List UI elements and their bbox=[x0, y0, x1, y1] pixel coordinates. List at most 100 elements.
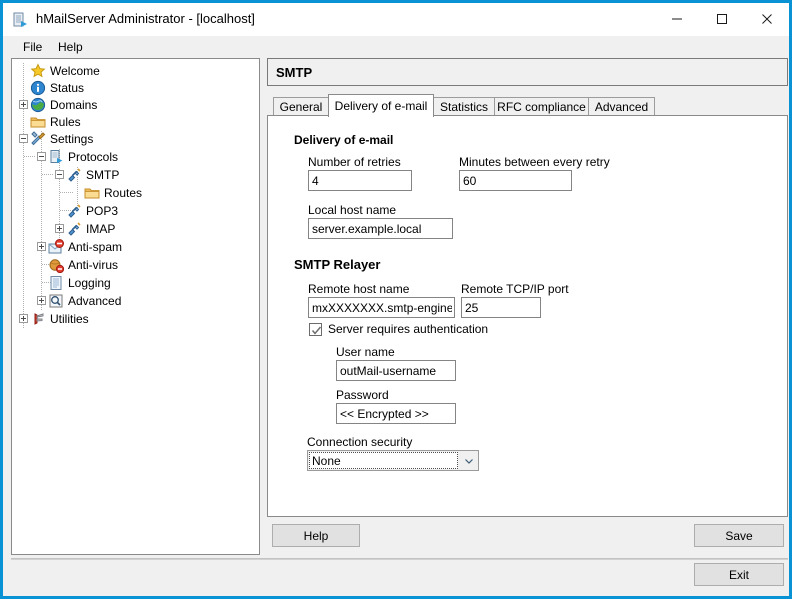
remote-tcpip-port-input[interactable] bbox=[461, 297, 541, 318]
label-remote-host-name: Remote host name bbox=[308, 282, 410, 296]
sidebar-item-routes[interactable]: Routes bbox=[84, 184, 142, 201]
checkbox-label: Server requires authentication bbox=[328, 322, 489, 336]
tab-label: Statistics bbox=[440, 100, 489, 114]
expander-settings[interactable] bbox=[19, 134, 28, 143]
sidebar-item-domains[interactable]: Domains bbox=[30, 96, 97, 113]
checkmark-icon bbox=[311, 326, 322, 335]
save-button[interactable]: Save bbox=[694, 524, 784, 547]
sidebar-item-label: Logging bbox=[68, 275, 111, 290]
plug-icon bbox=[66, 221, 82, 237]
connection-security-value: None bbox=[312, 454, 341, 468]
folder-icon bbox=[84, 185, 100, 201]
tree-guide bbox=[60, 192, 74, 193]
sidebar-item-advanced[interactable]: Advanced bbox=[48, 292, 121, 309]
sidebar-item-pop3[interactable]: POP3 bbox=[66, 202, 118, 219]
sidebar-item-label: IMAP bbox=[86, 221, 116, 236]
tab-rfc-compliance[interactable]: RFC compliance bbox=[494, 97, 589, 116]
label-connection-security: Connection security bbox=[307, 435, 413, 449]
sidebar-item-anti-virus[interactable]: Anti-virus bbox=[48, 256, 118, 273]
footer-divider bbox=[11, 558, 788, 560]
tab-label: Delivery of e-mail bbox=[334, 99, 428, 113]
maximize-icon bbox=[716, 13, 727, 24]
expander-domains[interactable] bbox=[19, 100, 28, 109]
menu-item-help[interactable]: Help bbox=[52, 39, 89, 55]
log-document-icon bbox=[48, 275, 64, 291]
sidebar-item-utilities[interactable]: Utilities bbox=[30, 310, 89, 327]
tab-panel-delivery-of-email: Delivery of e-mail Number of retries Min… bbox=[267, 115, 788, 517]
connection-security-select[interactable]: None bbox=[307, 450, 479, 471]
close-icon bbox=[761, 13, 772, 24]
navigation-tree[interactable]: Welcome Status Domains Rules Settings Pr… bbox=[11, 58, 260, 555]
server-requires-authentication-checkbox[interactable]: Server requires authentication bbox=[309, 322, 488, 336]
help-button[interactable]: Help bbox=[272, 524, 360, 547]
tab-advanced[interactable]: Advanced bbox=[588, 97, 655, 116]
sidebar-item-label: Rules bbox=[50, 114, 81, 129]
password-input[interactable] bbox=[336, 403, 456, 424]
sidebar-item-label: Anti-virus bbox=[68, 257, 119, 272]
label-remote-tcpip-port: Remote TCP/IP port bbox=[461, 282, 569, 296]
sidebar-item-status[interactable]: Status bbox=[30, 79, 84, 96]
info-icon bbox=[30, 80, 46, 96]
sidebar-item-imap[interactable]: IMAP bbox=[66, 220, 115, 237]
expander-smtp[interactable] bbox=[55, 170, 64, 179]
magnifier-icon bbox=[48, 293, 64, 309]
expander-imap[interactable] bbox=[55, 224, 64, 233]
remote-host-name-input[interactable] bbox=[308, 297, 455, 318]
plug-icon bbox=[66, 167, 82, 183]
number-of-retries-input[interactable] bbox=[308, 170, 412, 191]
panel-header: SMTP bbox=[267, 58, 788, 86]
sidebar-item-label: POP3 bbox=[86, 203, 119, 218]
minimize-button[interactable] bbox=[654, 3, 699, 34]
sidebar-item-label: Advanced bbox=[68, 293, 122, 308]
expander-advanced[interactable] bbox=[37, 296, 46, 305]
sidebar-item-smtp[interactable]: SMTP bbox=[66, 166, 119, 183]
tree-guide bbox=[42, 174, 54, 175]
sidebar-item-label: SMTP bbox=[86, 167, 120, 182]
star-icon bbox=[30, 62, 46, 79]
globe-icon bbox=[30, 97, 46, 113]
swiss-knife-icon bbox=[30, 311, 46, 327]
minimize-icon bbox=[671, 18, 682, 19]
menu-item-file[interactable]: File bbox=[17, 39, 48, 55]
expander-anti-spam[interactable] bbox=[37, 242, 46, 251]
tab-statistics[interactable]: Statistics bbox=[433, 97, 495, 116]
page-title: SMTP bbox=[276, 65, 313, 80]
group-title-relayer: SMTP Relayer bbox=[294, 257, 381, 272]
tab-delivery-of-email[interactable]: Delivery of e-mail bbox=[328, 94, 434, 117]
sidebar-item-welcome[interactable]: Welcome bbox=[30, 62, 100, 79]
sidebar-item-logging[interactable]: Logging bbox=[48, 274, 111, 291]
menu-bar: File Help bbox=[3, 36, 789, 58]
label-minutes-between-retry: Minutes between every retry bbox=[459, 155, 610, 169]
minutes-between-retry-input[interactable] bbox=[459, 170, 572, 191]
tools-icon bbox=[30, 130, 46, 147]
sidebar-item-settings[interactable]: Settings bbox=[30, 130, 93, 147]
folder-icon bbox=[30, 114, 46, 130]
local-host-name-input[interactable] bbox=[308, 218, 453, 239]
expander-utilities[interactable] bbox=[19, 314, 28, 323]
tab-label: General bbox=[279, 100, 323, 114]
close-button[interactable] bbox=[744, 3, 789, 34]
group-title-delivery: Delivery of e-mail bbox=[294, 133, 394, 147]
exit-button[interactable]: Exit bbox=[694, 563, 784, 586]
label-password: Password bbox=[336, 388, 389, 402]
sidebar-item-label: Status bbox=[50, 80, 85, 95]
label-local-host-name: Local host name bbox=[308, 203, 397, 217]
maximize-button[interactable] bbox=[699, 3, 744, 34]
sidebar-item-rules[interactable]: Rules bbox=[30, 113, 81, 130]
mail-block-icon bbox=[48, 238, 64, 255]
content-panel: SMTP General Delivery of e-mail Statisti… bbox=[267, 58, 788, 547]
tab-general[interactable]: General bbox=[273, 97, 329, 116]
tab-label: Advanced bbox=[594, 100, 649, 114]
chevron-down-icon[interactable] bbox=[459, 451, 478, 470]
sidebar-item-label: Welcome bbox=[50, 63, 100, 78]
expander-protocols[interactable] bbox=[37, 152, 46, 161]
plug-icon bbox=[66, 203, 82, 219]
tab-label: RFC compliance bbox=[497, 100, 586, 114]
protocols-icon bbox=[48, 149, 64, 165]
sidebar-item-label: Domains bbox=[50, 97, 98, 112]
server-document-icon bbox=[12, 12, 28, 28]
sidebar-item-protocols[interactable]: Protocols bbox=[48, 148, 118, 165]
sidebar-item-anti-spam[interactable]: Anti-spam bbox=[48, 238, 122, 255]
user-name-input[interactable] bbox=[336, 360, 456, 381]
application-window: hMailServer Administrator - [localhost] … bbox=[0, 0, 792, 599]
